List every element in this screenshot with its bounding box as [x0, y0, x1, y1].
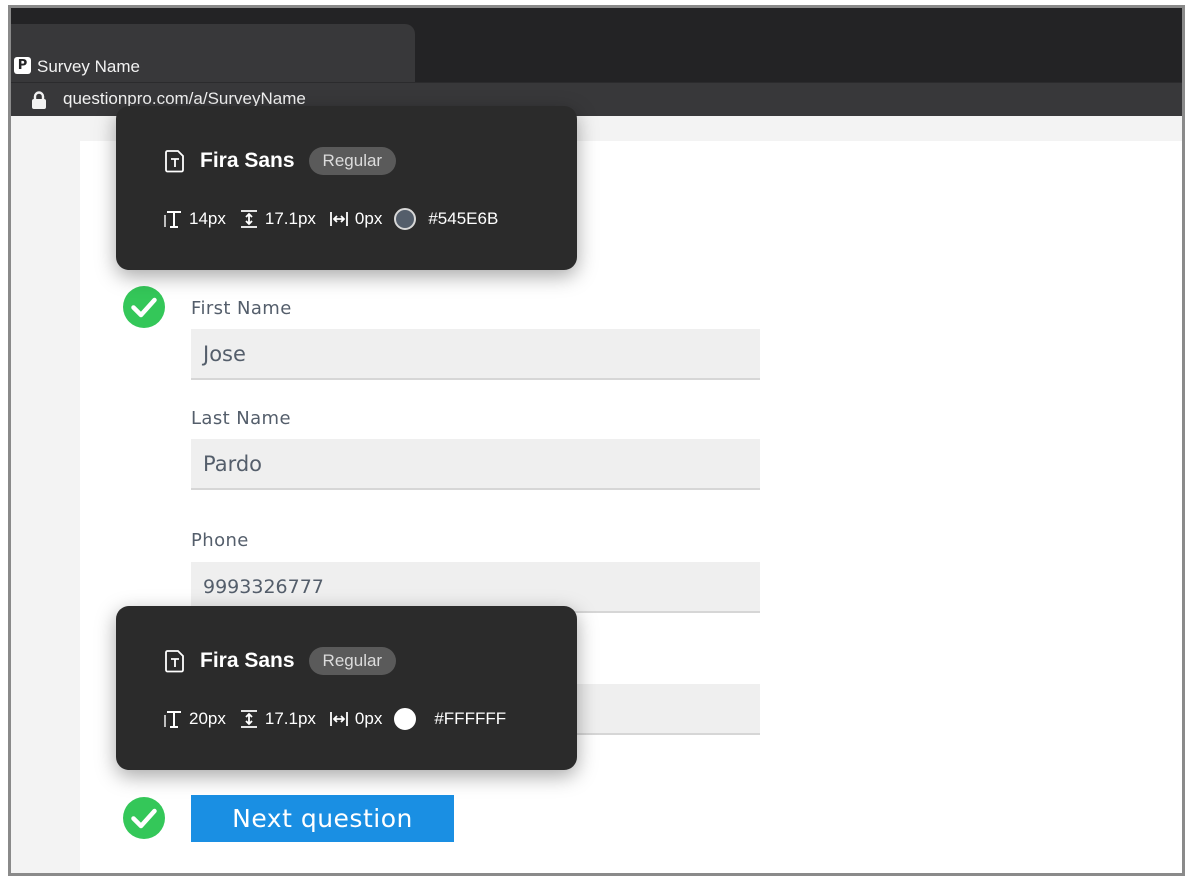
font-file-icon [165, 650, 184, 673]
font-weight-badge: Regular [308, 147, 397, 175]
font-size-value: 14px [189, 209, 226, 228]
color-hex-value: #FFFFFF [434, 709, 507, 728]
inspector-header: Fira Sans Regular [164, 146, 397, 176]
letter-spacing-icon [330, 712, 348, 726]
inspector-metrics: 14px 17.1px 0px #545E6B [162, 206, 498, 232]
questionpro-favicon-icon: P [14, 57, 31, 74]
tab-title: Survey Name [37, 57, 140, 76]
last-name-label: Last Name [191, 408, 291, 429]
font-size-icon [164, 711, 181, 728]
font-family-name: Fira Sans [200, 649, 295, 672]
color-swatch [394, 208, 417, 230]
first-name-label: First Name [191, 298, 292, 319]
font-size-icon [164, 211, 181, 228]
check-circle-icon [123, 286, 165, 328]
font-size-value: 20px [189, 709, 226, 728]
color-swatch [394, 708, 417, 730]
font-inspector-tooltip: Fira Sans Regular 14px 17.1px 0px #545E6… [116, 106, 577, 270]
letter-spacing-value: 0px [354, 709, 383, 728]
line-height-icon [240, 210, 257, 228]
first-name-input[interactable]: Jose [191, 329, 760, 380]
phone-label: Phone [191, 530, 249, 551]
next-question-button[interactable]: Next question [191, 795, 454, 842]
letter-spacing-icon [330, 212, 348, 226]
font-weight-badge: Regular [308, 647, 397, 675]
inspector-metrics: 20px 17.1px 0px #FFFFFF [162, 706, 506, 732]
line-height-value: 17.1px [264, 209, 316, 228]
last-name-input[interactable]: Pardo [191, 439, 760, 490]
lock-icon [32, 91, 46, 109]
font-inspector-tooltip: Fira Sans Regular 20px 17.1px 0px #FFFFF… [116, 606, 577, 770]
line-height-icon [240, 710, 257, 728]
font-file-icon [165, 150, 184, 173]
line-height-value: 17.1px [264, 709, 316, 728]
color-hex-value: #545E6B [428, 209, 499, 228]
browser-tab[interactable]: P Survey Name [11, 24, 415, 82]
check-circle-icon [123, 797, 165, 839]
font-family-name: Fira Sans [200, 149, 295, 172]
letter-spacing-value: 0px [354, 209, 383, 228]
inspector-header: Fira Sans Regular [164, 646, 397, 676]
screenshot-frame: P Survey Name questionpro.com/a/SurveyNa… [8, 5, 1185, 876]
